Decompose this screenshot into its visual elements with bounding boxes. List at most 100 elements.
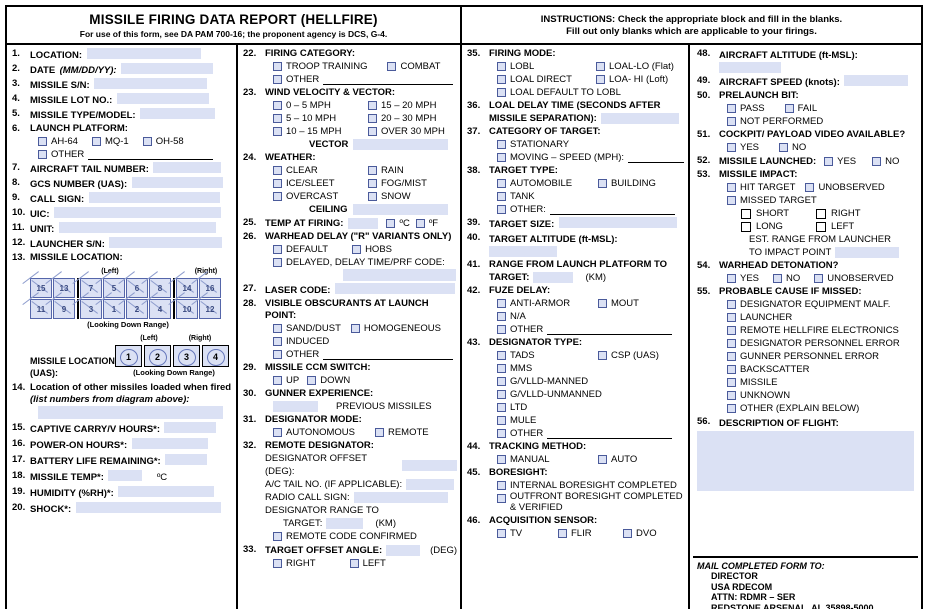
humidity-input[interactable] (118, 486, 215, 497)
checkbox-sand-dust[interactable] (273, 324, 282, 333)
launcher-sn-input[interactable] (109, 237, 223, 248)
checkbox-offset-left[interactable] (349, 559, 359, 568)
checkbox-anti-armor[interactable] (497, 299, 506, 308)
fuze-other-input[interactable] (547, 325, 673, 335)
checkbox-offset-right[interactable] (273, 559, 282, 568)
checkbox-cause-launcher[interactable] (727, 313, 736, 322)
obscurants-other-input[interactable] (323, 350, 454, 360)
missile-lot-input[interactable] (116, 93, 209, 104)
uas-slot[interactable]: 2 (144, 345, 171, 367)
checkbox-wind-5-10[interactable] (273, 114, 282, 123)
checkbox-auto[interactable] (598, 455, 607, 464)
checkbox-weather-fog-mist[interactable] (368, 179, 377, 188)
unit-input[interactable] (58, 222, 216, 233)
radio-call-sign-input[interactable] (353, 492, 448, 503)
checkbox-manual[interactable] (497, 455, 506, 464)
checkbox-outfront-boresight[interactable] (497, 494, 506, 503)
checkbox-temp-fahrenheit[interactable] (415, 219, 425, 228)
checkbox-lobl[interactable] (497, 62, 506, 71)
checkbox-cause-remote-hellfire-electronics[interactable] (727, 326, 736, 335)
gunner-experience-input[interactable] (273, 401, 318, 412)
checkbox-designator-type-other[interactable] (497, 429, 506, 438)
range-to-target-input[interactable] (533, 272, 574, 283)
checkbox-remote-code-confirmed[interactable] (273, 532, 282, 541)
checkbox-mq-1[interactable] (91, 137, 101, 146)
wind-vector-input[interactable] (353, 139, 449, 150)
checkbox-building[interactable] (598, 179, 607, 188)
checkbox-loal-default-to-lobl[interactable] (497, 88, 506, 97)
missile-type-input[interactable] (140, 108, 216, 119)
checkbox-tank[interactable] (497, 192, 506, 201)
shock-input[interactable] (75, 502, 221, 513)
checkbox-ccm-up[interactable] (273, 376, 282, 385)
uic-input[interactable] (53, 207, 221, 218)
checkbox-mout[interactable] (598, 299, 607, 308)
designator-offset-input[interactable] (401, 459, 457, 471)
checkbox-csp-uas[interactable] (598, 351, 607, 360)
checkbox-autonomous[interactable] (273, 428, 282, 437)
uas-slot[interactable]: 1 (115, 345, 142, 367)
checkbox-cause-gunner-personnel-error[interactable] (727, 352, 736, 361)
checkbox-target-moving[interactable] (497, 153, 506, 162)
ceiling-input[interactable] (352, 204, 448, 215)
captive-carry-input[interactable] (164, 422, 217, 433)
loal-delay-time-input[interactable] (600, 113, 679, 124)
other-missiles-input[interactable] (38, 406, 223, 419)
checkbox-wind-over-30[interactable] (368, 127, 377, 136)
checkbox-warhead-hobs[interactable] (352, 245, 362, 254)
checkbox-induced[interactable] (273, 337, 282, 346)
checkbox-video-yes[interactable] (727, 143, 736, 152)
checkbox-launch-platform-other[interactable] (38, 150, 47, 159)
call-sign-input[interactable] (88, 192, 220, 203)
checkbox-warhead-delayed[interactable] (273, 258, 282, 267)
checkbox-target-type-other[interactable] (497, 205, 506, 214)
checkbox-troop-training[interactable] (273, 62, 282, 71)
checkbox-tv[interactable] (497, 529, 506, 538)
checkbox-wind-15-20[interactable] (368, 101, 377, 110)
checkbox-remote[interactable] (374, 428, 384, 437)
checkbox-flir[interactable] (558, 529, 567, 538)
missile-slot[interactable]: 4 (149, 299, 171, 319)
checkbox-missed-target[interactable] (727, 196, 736, 205)
checkbox-loal-direct[interactable] (497, 75, 506, 84)
checkbox-miss-right[interactable] (816, 208, 826, 219)
checkbox-dvo[interactable] (623, 529, 632, 538)
target-size-input[interactable] (558, 217, 677, 228)
checkbox-cause-designator-equip-malf[interactable] (727, 300, 736, 309)
missile-slot[interactable]: 12 (199, 299, 221, 319)
checkbox-ccm-down[interactable] (307, 376, 317, 385)
checkbox-loa-hi-loft[interactable] (596, 75, 605, 84)
checkbox-video-no[interactable] (779, 143, 789, 152)
power-on-hours-input[interactable] (131, 438, 208, 449)
checkbox-combat[interactable] (387, 62, 397, 71)
checkbox-wind-10-15[interactable] (273, 127, 282, 136)
checkbox-automobile[interactable] (497, 179, 506, 188)
checkbox-weather-rain[interactable] (368, 166, 377, 175)
date-input[interactable] (121, 63, 214, 74)
checkbox-warhead-default[interactable] (273, 245, 282, 254)
checkbox-loal-lo-flat[interactable] (596, 62, 605, 71)
checkbox-impact-unobserved[interactable] (805, 183, 815, 192)
checkbox-mms[interactable] (497, 364, 506, 373)
checkbox-cause-other-explain-below[interactable] (727, 404, 736, 413)
checkbox-fuze-other[interactable] (497, 325, 506, 334)
checkbox-bit-pass[interactable] (727, 104, 736, 113)
ac-tail-no-input[interactable] (406, 479, 455, 490)
checkbox-launched-no[interactable] (872, 157, 882, 166)
target-altitude-input[interactable] (489, 246, 557, 257)
checkbox-obscurants-other[interactable] (273, 350, 282, 359)
firing-category-other-input[interactable] (323, 75, 454, 85)
checkbox-detonation-no[interactable] (773, 274, 783, 283)
battery-life-input[interactable] (165, 454, 208, 465)
checkbox-firing-category-other[interactable] (273, 75, 282, 84)
designator-range-input[interactable] (326, 518, 364, 529)
checkbox-ah-64[interactable] (38, 137, 47, 146)
checkbox-target-stationary[interactable] (497, 140, 506, 149)
checkbox-bit-not-performed[interactable] (727, 117, 736, 126)
checkbox-internal-boresight[interactable] (497, 481, 506, 490)
checkbox-cause-unknown[interactable] (727, 391, 736, 400)
checkbox-cause-designator-personnel-error[interactable] (727, 339, 736, 348)
checkbox-cause-missile[interactable] (727, 378, 736, 387)
checkbox-hit-target[interactable] (727, 183, 736, 192)
checkbox-bit-fail[interactable] (784, 104, 794, 113)
